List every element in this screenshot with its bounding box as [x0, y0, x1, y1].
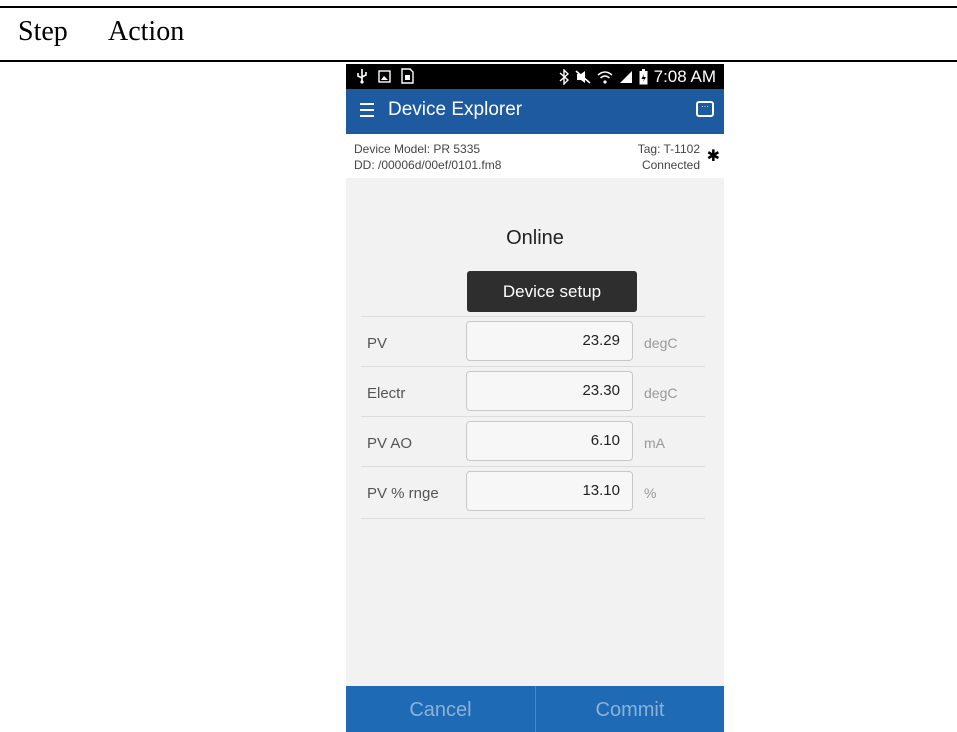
param-value-field[interactable]: 13.10 [466, 471, 633, 511]
param-value: 6.10 [590, 432, 620, 449]
battery-icon [639, 69, 648, 85]
param-value-field[interactable]: 23.29 [466, 321, 633, 361]
param-value: 23.30 [582, 382, 620, 399]
usb-icon [357, 69, 367, 84]
param-row-pv-range: PV % rnge 13.10 % [361, 466, 705, 517]
device-info-bar: Device Model: PR 5335 DD: /00006d/00ef/0… [346, 134, 724, 178]
sim-icon [401, 68, 414, 84]
device-tag-text: Tag: T-1102 [637, 142, 700, 156]
phone-screenshot: 7:08 AM Device Explorer ··· Device Model… [346, 64, 724, 732]
mute-icon [575, 70, 591, 84]
column-header-action: Action [108, 16, 185, 47]
table-top-rule [0, 6, 957, 8]
online-heading: Online [506, 227, 564, 249]
param-value: 13.10 [582, 482, 620, 499]
bottom-action-bar: Cancel Commit [346, 686, 724, 732]
param-unit: degC [644, 385, 678, 401]
app-bar: Device Explorer ··· [346, 89, 724, 134]
device-model-text: Device Model: PR 5335 [354, 142, 481, 156]
status-bar: 7:08 AM [346, 64, 724, 89]
param-unit: mA [644, 435, 665, 451]
table-header-rule [0, 60, 957, 62]
param-unit: % [644, 485, 657, 501]
param-value-field[interactable]: 23.30 [466, 371, 633, 411]
param-list-end-divider [361, 518, 705, 519]
status-time: 7:08 AM [653, 67, 716, 86]
param-unit: degC [644, 335, 678, 351]
column-header-step: Step [18, 16, 68, 47]
hamburger-menu-icon[interactable] [360, 103, 374, 117]
bluetooth-icon [559, 69, 569, 85]
param-value: 23.29 [582, 332, 620, 349]
param-label: PV [367, 335, 388, 352]
param-label: PV AO [367, 435, 413, 452]
commit-button[interactable]: Commit [536, 686, 724, 732]
connection-status-text: Connected [641, 158, 700, 172]
param-label: PV % rnge [367, 485, 439, 502]
param-row-pv-ao: PV AO 6.10 mA [361, 416, 705, 467]
bluetooth-connected-icon: ✱ [706, 148, 720, 165]
wifi-icon [597, 71, 613, 84]
param-value-field[interactable]: 6.10 [466, 421, 633, 461]
param-row-pv: PV 23.29 degC [361, 316, 705, 367]
cancel-button[interactable]: Cancel [346, 686, 535, 732]
chat-bubble-icon[interactable]: ··· [696, 101, 714, 117]
param-row-electr: Electr 23.30 degC [361, 366, 705, 417]
image-icon [378, 69, 391, 83]
param-label: Electr [367, 385, 406, 402]
app-title: Device Explorer [388, 99, 523, 120]
device-dd-text: DD: /00006d/00ef/0101.fm8 [354, 158, 502, 172]
device-setup-button[interactable]: Device setup [467, 271, 637, 312]
signal-icon [619, 71, 632, 83]
